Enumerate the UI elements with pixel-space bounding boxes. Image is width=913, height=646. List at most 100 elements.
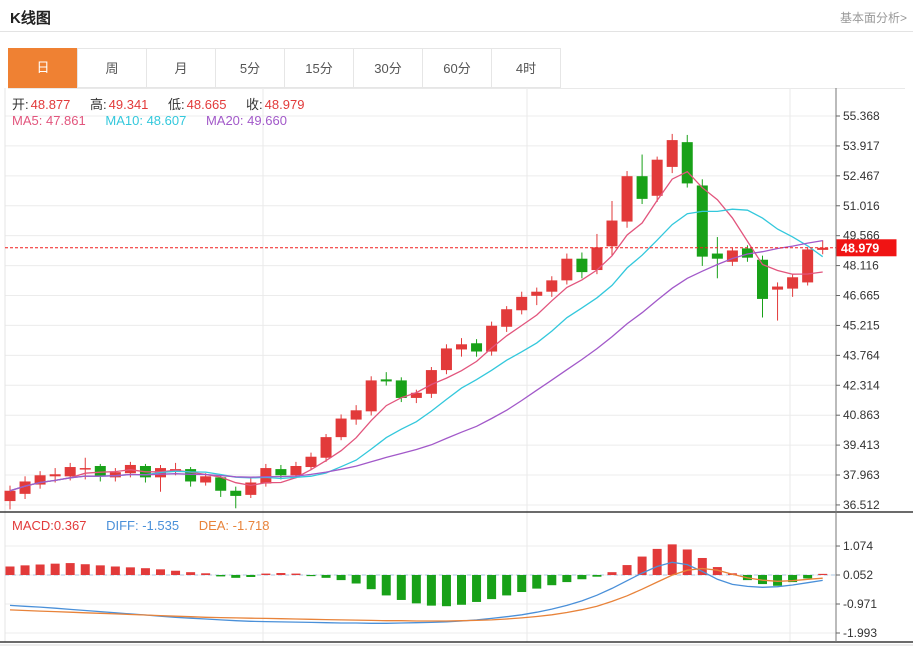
macd-label: MACD:	[12, 518, 54, 533]
macd-value: 0.367	[54, 518, 87, 533]
ma-legend: MA5: 47.861 MA10: 48.607 MA20: 49.660	[12, 113, 303, 128]
macd-bar	[6, 566, 15, 575]
open-value: 48.877	[31, 97, 71, 112]
ma20-value: 49.660	[247, 113, 287, 128]
macd-bar	[608, 572, 617, 575]
macd-bar	[111, 566, 120, 575]
ma10-label: MA10:	[105, 113, 143, 128]
macd-bar	[517, 575, 526, 592]
tab-5分[interactable]: 5分	[215, 48, 285, 88]
macd-bar	[592, 575, 601, 577]
candle-body	[50, 474, 61, 476]
fundamental-analysis-link[interactable]: 基本面分析>	[840, 9, 907, 26]
candle-body	[546, 280, 557, 291]
macd-bar	[352, 575, 361, 584]
macd-legend: MACD:0.367 DIFF: -1.535 DEA: -1.718	[12, 518, 286, 533]
macd-bar	[66, 563, 75, 575]
axis-tick-label: 52.467	[843, 169, 880, 183]
candle-body	[652, 160, 663, 196]
candle-body	[456, 344, 467, 349]
macd-bar	[156, 569, 165, 575]
kline-chart-svg: 55.36853.91752.46751.01649.56648.11646.6…	[0, 88, 913, 646]
macd-bar	[412, 575, 421, 603]
candle-body	[185, 469, 196, 481]
axis-tick-label: 55.368	[843, 109, 880, 123]
candle-body	[306, 457, 317, 467]
candle-body	[471, 343, 482, 351]
candle-body	[366, 380, 377, 411]
candle-body	[561, 259, 572, 281]
macd-bar	[577, 575, 586, 579]
ohlc-legend: 开:48.877 高:49.341 低:48.665 收:48.979	[12, 94, 320, 113]
macd-bar	[51, 564, 60, 575]
axis-tick-label: 46.665	[843, 289, 880, 303]
axis-tick-label: -1.993	[843, 626, 877, 640]
macd-bar	[562, 575, 571, 582]
macd-bar	[803, 575, 812, 578]
ma10-value: 48.607	[147, 113, 187, 128]
macd-bar	[201, 573, 210, 575]
candle-body	[290, 466, 301, 475]
tab-日[interactable]: 日	[8, 48, 78, 88]
tab-月[interactable]: 月	[146, 48, 216, 88]
axis-tick-label: 53.917	[843, 139, 880, 153]
macd-bar	[502, 575, 511, 595]
macd-bar	[442, 575, 451, 606]
axis-tick-label: -0.971	[843, 597, 877, 611]
candle-body	[787, 277, 798, 288]
candle-body	[95, 466, 106, 476]
candle-body	[802, 249, 813, 282]
close-label: 收:	[246, 97, 263, 112]
macd-bar	[261, 574, 270, 575]
macd-bar	[276, 573, 285, 575]
ma5-value: 47.861	[46, 113, 86, 128]
macd-bar	[367, 575, 376, 589]
axis-tick-label: 36.512	[843, 498, 880, 512]
tab-60分[interactable]: 60分	[422, 48, 492, 88]
axis-tick-label: 43.764	[843, 348, 880, 362]
candle-body	[260, 468, 271, 483]
macd-bar	[472, 575, 481, 602]
macd-bar	[231, 575, 240, 578]
candle-body	[5, 491, 16, 501]
macd-bar	[21, 565, 30, 575]
macd-bar	[246, 575, 255, 577]
ma5-label: MA5:	[12, 113, 42, 128]
tab-4时[interactable]: 4时	[491, 48, 561, 88]
low-value: 48.665	[187, 97, 227, 112]
axis-tick-label: 45.215	[843, 318, 880, 332]
macd-bar	[457, 575, 466, 605]
macd-bar	[397, 575, 406, 600]
macd-bar	[668, 544, 677, 575]
high-label: 高:	[90, 97, 107, 112]
candle-body	[336, 419, 347, 438]
low-label: 低:	[168, 97, 185, 112]
macd-bar	[96, 565, 105, 575]
candle-body	[381, 379, 392, 381]
candle-body	[275, 469, 286, 475]
macd-bar	[427, 575, 436, 606]
macd-bar	[126, 567, 135, 575]
tab-15分[interactable]: 15分	[284, 48, 354, 88]
tab-周[interactable]: 周	[77, 48, 147, 88]
macd-bar	[547, 575, 556, 585]
candle-body	[501, 309, 512, 327]
page-title: K线图	[10, 7, 51, 28]
macd-bar	[171, 571, 180, 575]
candle-body	[215, 477, 226, 490]
axis-tick-label: 42.314	[843, 378, 880, 392]
tab-30分[interactable]: 30分	[353, 48, 423, 88]
candle-body	[667, 140, 678, 167]
candle-body	[351, 410, 362, 419]
candle-body	[772, 287, 783, 290]
kline-page: K线图 基本面分析> 日周月5分15分30分60分4时 开:48.877 高:4…	[0, 0, 913, 646]
diff-value: -1.535	[142, 518, 179, 533]
macd-bar	[322, 575, 331, 578]
ma20-line	[10, 241, 823, 491]
candle-body	[576, 259, 587, 272]
macd-bar	[487, 575, 496, 599]
open-label: 开:	[12, 97, 29, 112]
candle-body	[712, 254, 723, 259]
candle-body	[607, 221, 618, 247]
page-header: K线图 基本面分析>	[0, 0, 913, 32]
